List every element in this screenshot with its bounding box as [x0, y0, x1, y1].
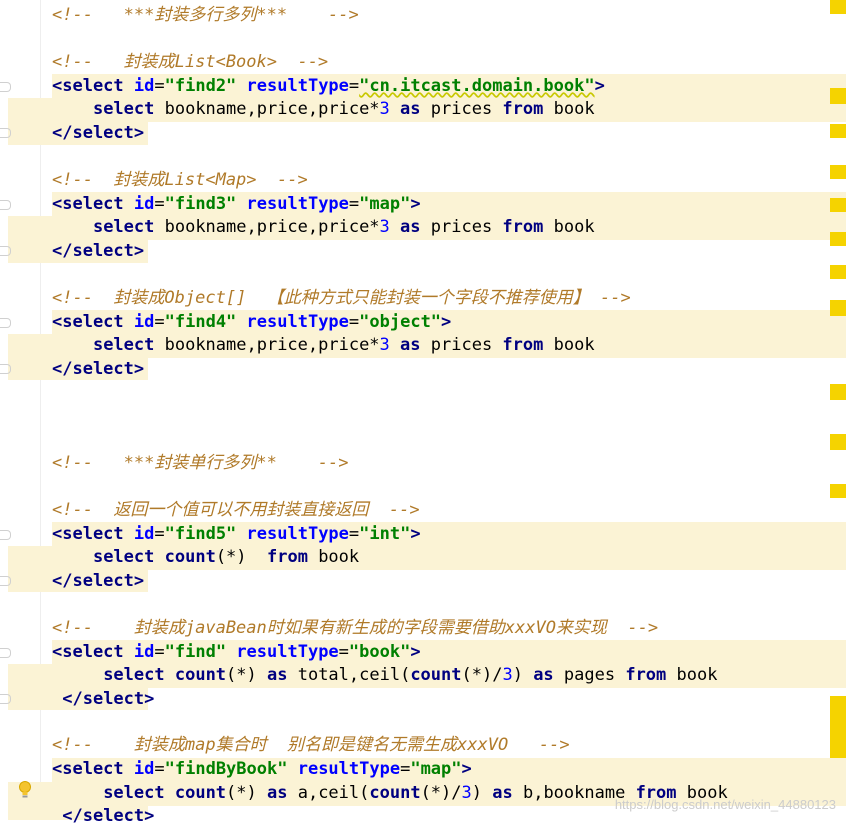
fold-marker[interactable] — [0, 694, 11, 704]
select-open-tag[interactable]: <select id="find5" resultType="int"> — [52, 523, 421, 546]
fold-marker[interactable] — [0, 364, 11, 374]
select-close-tag[interactable]: </select> — [52, 805, 154, 828]
select-close-tag[interactable]: </select> — [52, 688, 154, 711]
fold-marker[interactable] — [0, 576, 11, 586]
sql-line[interactable]: select count(*) from book — [52, 546, 359, 569]
code-comment[interactable]: <!-- ***封装多行多列*** --> — [52, 4, 359, 27]
lightbulb-icon[interactable] — [18, 781, 32, 799]
select-open-tag[interactable]: <select id="find4" resultType="object"> — [52, 311, 451, 334]
fold-marker[interactable] — [0, 128, 11, 138]
scrollbar-marker[interactable] — [830, 165, 846, 179]
fold-marker[interactable] — [0, 648, 11, 658]
select-close-tag[interactable]: </select> — [52, 122, 144, 145]
code-comment[interactable]: <!-- 封装成javaBean时如果有新生成的字段需要借助xxxVO来实现 -… — [52, 617, 658, 640]
fold-marker[interactable] — [0, 246, 11, 256]
scrollbar-marker[interactable] — [830, 265, 846, 279]
sql-line[interactable]: select count(*) as total,ceil(count(*)/3… — [52, 664, 717, 687]
select-open-tag[interactable]: <select id="find2" resultType="cn.itcast… — [52, 75, 605, 98]
select-open-tag[interactable]: <select id="find" resultType="book"> — [52, 641, 421, 664]
scrollbar-marker[interactable] — [830, 88, 846, 104]
scrollbar-marker[interactable] — [830, 384, 846, 400]
fold-marker[interactable] — [0, 200, 11, 210]
scrollbar-marker[interactable] — [830, 232, 846, 246]
sql-line[interactable]: select bookname,price,price*3 as prices … — [52, 216, 595, 239]
select-open-tag[interactable]: <select id="find3" resultType="map"> — [52, 193, 421, 216]
scrollbar-marker[interactable] — [830, 434, 846, 450]
fold-marker[interactable] — [0, 530, 11, 540]
scrollbar-marker[interactable] — [830, 0, 846, 14]
fold-marker[interactable] — [0, 82, 11, 92]
code-comment[interactable]: <!-- 封装成List<Book> --> — [52, 51, 328, 74]
scrollbar-marker[interactable] — [830, 300, 846, 316]
select-open-tag[interactable]: <select id="findByBook" resultType="map"… — [52, 758, 472, 781]
fold-marker[interactable] — [0, 318, 11, 328]
code-comment[interactable]: <!-- 封装成map集合时 别名即是键名无需生成xxxVO --> — [52, 734, 570, 757]
code-comment[interactable]: <!-- 封装成List<Map> --> — [52, 169, 308, 192]
select-close-tag[interactable]: </select> — [52, 358, 144, 381]
code-comment[interactable]: <!-- 返回一个值可以不用封装直接返回 --> — [52, 499, 420, 522]
watermark: https://blog.csdn.net/weixin_44880123 — [614, 797, 836, 812]
scrollbar-marker[interactable] — [830, 198, 846, 212]
sql-line[interactable]: select bookname,price,price*3 as prices … — [52, 98, 595, 121]
scrollbar-marker[interactable] — [830, 124, 846, 138]
select-close-tag[interactable]: </select> — [52, 570, 144, 593]
select-close-tag[interactable]: </select> — [52, 240, 144, 263]
scrollbar-marker[interactable] — [830, 484, 846, 498]
code-comment[interactable]: <!-- ***封装单行多列** --> — [52, 452, 348, 475]
sql-line[interactable]: select bookname,price,price*3 as prices … — [52, 334, 595, 357]
scrollbar-marker[interactable] — [830, 696, 846, 758]
code-comment[interactable]: <!-- 封装成Object[] 【此种方式只能封装一个字段不推荐使用】 --> — [52, 287, 631, 310]
